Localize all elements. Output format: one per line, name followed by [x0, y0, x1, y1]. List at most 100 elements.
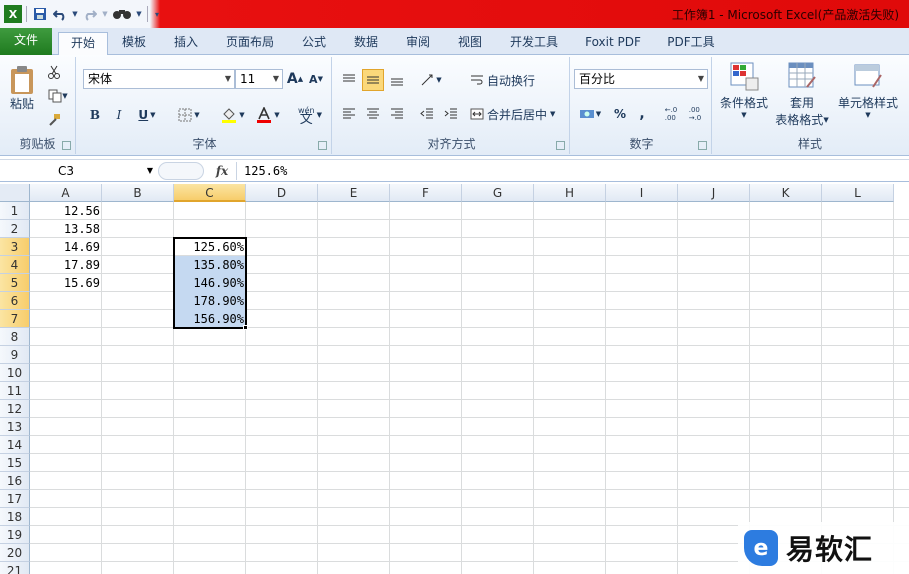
tab-pdf-tools[interactable]: PDF工具	[660, 32, 722, 55]
excel-logo-icon[interactable]: X	[4, 5, 22, 23]
row-header-17[interactable]: 17	[0, 490, 30, 508]
column-header-j[interactable]: J	[678, 184, 750, 202]
tab-home[interactable]: 开始	[58, 32, 108, 56]
row-header-1[interactable]: 1	[0, 202, 30, 220]
fill-handle[interactable]	[243, 325, 248, 330]
column-header-e[interactable]: E	[318, 184, 390, 202]
customize-qat-icon[interactable]: ▾	[152, 5, 162, 23]
column-header-a[interactable]: A	[30, 184, 102, 202]
copy-button[interactable]: ▼	[44, 87, 72, 105]
row-header-14[interactable]: 14	[0, 436, 30, 454]
row-header-8[interactable]: 8	[0, 328, 30, 346]
redo-icon[interactable]	[81, 5, 99, 23]
row-header-11[interactable]: 11	[0, 382, 30, 400]
row-header-21[interactable]: 21	[0, 562, 30, 574]
font-size-select[interactable]: 11 ▼	[235, 69, 283, 89]
row-header-15[interactable]: 15	[0, 454, 30, 472]
cell-a2[interactable]: 13.58	[30, 220, 102, 238]
undo-dropdown-icon[interactable]: ▼	[71, 5, 79, 23]
clipboard-launcher-icon[interactable]	[62, 141, 71, 150]
merge-center-button[interactable]: 合并后居中 ▼	[470, 103, 566, 125]
cell-a1[interactable]: 12.56	[30, 202, 102, 220]
column-header-d[interactable]: D	[246, 184, 318, 202]
row-header-9[interactable]: 9	[0, 346, 30, 364]
tab-template[interactable]: 模板	[112, 32, 156, 55]
column-header-f[interactable]: F	[390, 184, 462, 202]
row-header-7[interactable]: 7	[0, 310, 30, 328]
formula-bar-toggle[interactable]	[158, 162, 204, 180]
cell-a4[interactable]: 17.89	[30, 256, 102, 274]
underline-button[interactable]: U ▼	[132, 105, 162, 125]
row-header-13[interactable]: 13	[0, 418, 30, 436]
tab-developer[interactable]: 开发工具	[502, 32, 566, 55]
row-header-18[interactable]: 18	[0, 508, 30, 526]
column-header-i[interactable]: I	[606, 184, 678, 202]
column-header-g[interactable]: G	[462, 184, 534, 202]
increase-indent-button[interactable]	[440, 103, 462, 125]
formula-input[interactable]: 125.6%	[244, 161, 287, 181]
column-header-h[interactable]: H	[534, 184, 606, 202]
name-box[interactable]: C3 ▼	[0, 161, 155, 181]
accounting-format-button[interactable]: ▼	[574, 103, 606, 125]
wrap-text-button[interactable]: 自动换行	[470, 69, 546, 91]
decrease-indent-button[interactable]	[416, 103, 438, 125]
undo-icon[interactable]	[51, 5, 69, 23]
cell-styles-button[interactable]: 单元格样式 ▼	[832, 61, 904, 133]
alignment-launcher-icon[interactable]	[556, 141, 565, 150]
decrease-decimal-button[interactable]: .00 →.0	[684, 103, 706, 125]
binoculars-icon[interactable]	[111, 5, 133, 23]
shrink-font-button[interactable]: A ▼	[306, 69, 326, 89]
row-header-20[interactable]: 20	[0, 544, 30, 562]
tab-review[interactable]: 审阅	[396, 32, 440, 55]
format-as-table-button[interactable]: 套用 表格格式 ▼	[772, 61, 832, 133]
conditional-formatting-button[interactable]: 条件格式 ▼	[716, 61, 772, 133]
column-header-l[interactable]: L	[822, 184, 894, 202]
cell-a3[interactable]: 14.69	[30, 238, 102, 256]
font-color-button[interactable]: ▼	[252, 105, 284, 125]
binoculars-dropdown-icon[interactable]: ▼	[135, 5, 143, 23]
number-launcher-icon[interactable]	[698, 141, 707, 150]
bold-button[interactable]: B	[84, 105, 106, 125]
italic-button[interactable]: I	[108, 105, 130, 125]
worksheet-grid[interactable]: ABCDEFGHIJKL 1 2 3 4 5 6 7 8 9 10 11 12 13 14 15 16 17 18…	[0, 184, 909, 574]
row-header-12[interactable]: 12	[0, 400, 30, 418]
row-header-6[interactable]: 6	[0, 292, 30, 310]
tab-data[interactable]: 数据	[344, 32, 388, 55]
align-left-button[interactable]	[338, 103, 360, 125]
number-format-select[interactable]: 百分比 ▼	[574, 69, 708, 89]
tab-insert[interactable]: 插入	[164, 32, 208, 55]
increase-decimal-button[interactable]: ←.0 .00	[660, 103, 682, 125]
select-all-corner[interactable]	[0, 184, 30, 202]
align-middle-button[interactable]	[362, 69, 384, 91]
row-header-2[interactable]: 2	[0, 220, 30, 238]
tab-view[interactable]: 视图	[448, 32, 492, 55]
row-header-16[interactable]: 16	[0, 472, 30, 490]
align-top-button[interactable]	[338, 69, 360, 91]
align-bottom-button[interactable]	[386, 69, 408, 91]
tab-page-layout[interactable]: 页面布局	[218, 32, 282, 55]
save-icon[interactable]	[31, 5, 49, 23]
borders-button[interactable]: ▼	[174, 105, 204, 125]
paste-button[interactable]: 粘贴	[4, 59, 40, 117]
redo-dropdown-icon[interactable]: ▼	[101, 5, 109, 23]
font-launcher-icon[interactable]	[318, 141, 327, 150]
orientation-button[interactable]: ▼	[416, 69, 446, 91]
insert-function-icon[interactable]: fx	[210, 161, 234, 181]
row-header-5[interactable]: 5	[0, 274, 30, 292]
grow-font-button[interactable]: A ▲	[285, 69, 305, 89]
row-header-3[interactable]: 3	[0, 238, 30, 256]
format-painter-button[interactable]	[44, 111, 64, 129]
tab-foxit-pdf[interactable]: Foxit PDF	[580, 32, 646, 55]
column-header-k[interactable]: K	[750, 184, 822, 202]
row-header-19[interactable]: 19	[0, 526, 30, 544]
percent-style-button[interactable]: %	[610, 103, 630, 125]
tab-file[interactable]: 文件	[0, 28, 52, 55]
cut-button[interactable]	[44, 63, 64, 81]
row-header-4[interactable]: 4	[0, 256, 30, 274]
align-center-button[interactable]	[362, 103, 384, 125]
comma-style-button[interactable]: ,	[632, 103, 652, 125]
fill-color-button[interactable]: ▼	[216, 105, 250, 125]
align-right-button[interactable]	[386, 103, 408, 125]
row-header-10[interactable]: 10	[0, 364, 30, 382]
tab-formulas[interactable]: 公式	[292, 32, 336, 55]
